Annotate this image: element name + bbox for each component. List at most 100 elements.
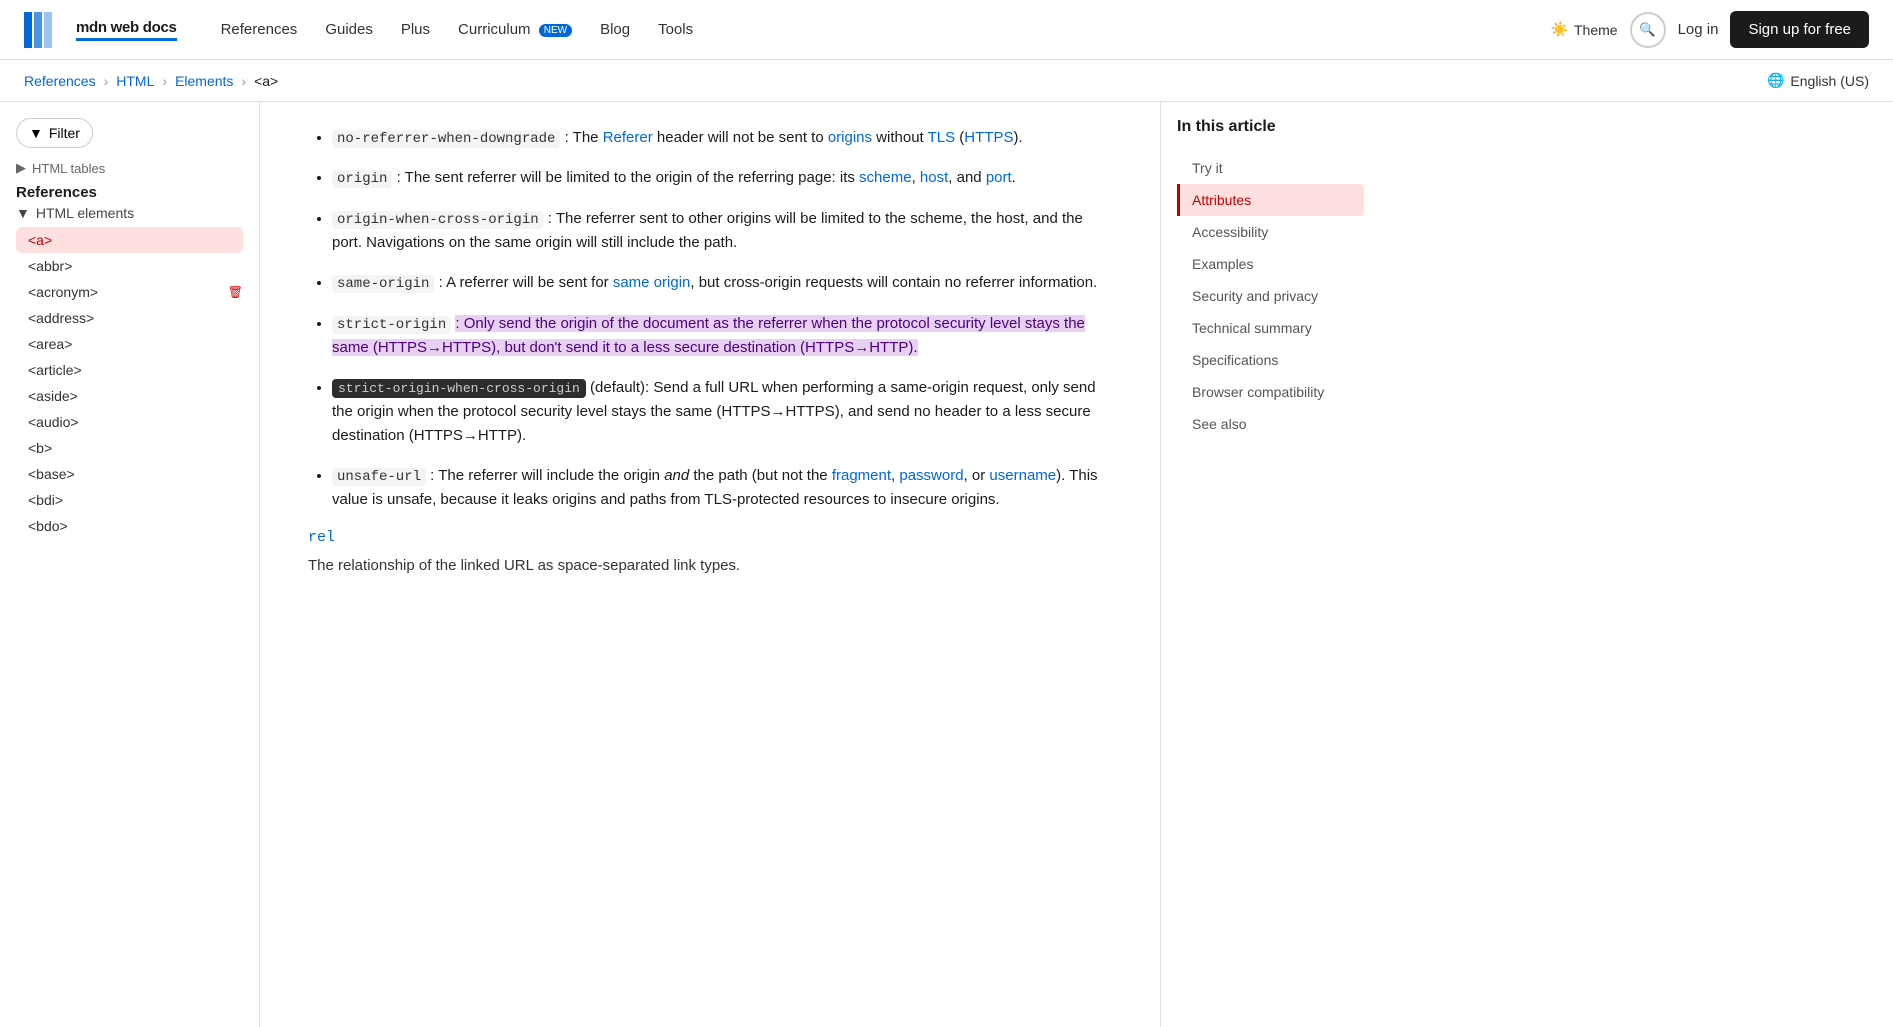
language-button[interactable]: 🌐 English (US) — [1767, 72, 1869, 89]
sidebar-section: ▶ HTML tables References ▼ HTML elements… — [0, 160, 259, 547]
breadcrumb-sep-2: › — [162, 73, 167, 89]
list-item-unsafe-url: unsafe-url : The referrer will include t… — [332, 464, 1112, 512]
toc-examples[interactable]: Examples — [1177, 248, 1364, 280]
new-badge: NEW — [539, 24, 572, 37]
breadcrumb: References › HTML › Elements › <a> — [24, 73, 278, 89]
breadcrumb-elements[interactable]: Elements — [175, 73, 233, 89]
html-elements-label: HTML elements — [36, 205, 134, 221]
rel-description: The relationship of the linked URL as sp… — [308, 554, 1112, 578]
link-same-origin[interactable]: same origin — [613, 274, 691, 291]
mdn-logo-icon — [24, 12, 60, 48]
logo-underline — [76, 38, 177, 41]
toc-try-it[interactable]: Try it — [1177, 152, 1364, 184]
nav-plus[interactable]: Plus — [389, 13, 442, 46]
nav-links: References Guides Plus Curriculum NEW Bl… — [209, 13, 1551, 46]
toc-browser-compatibility[interactable]: Browser compatibility — [1177, 376, 1364, 408]
link-port[interactable]: port — [986, 169, 1012, 186]
breadcrumb-sep-1: › — [104, 73, 109, 89]
filter-button[interactable]: ▼ Filter — [16, 118, 93, 148]
sidebar-item-acronym[interactable]: <acronym> — [16, 279, 222, 305]
link-username[interactable]: username — [989, 467, 1056, 484]
html-elements-toggle[interactable]: ▼ HTML elements — [16, 205, 243, 221]
left-sidebar: ▼ Filter ▶ HTML tables References ▼ HTML… — [0, 102, 260, 1027]
sidebar-item-address[interactable]: <address> — [16, 305, 243, 331]
globe-icon: 🌐 — [1767, 72, 1784, 89]
theme-button[interactable]: ☀️ Theme — [1551, 21, 1618, 38]
nav-curriculum[interactable]: Curriculum NEW — [446, 13, 584, 46]
italic-and: and — [664, 467, 689, 484]
html-tables-label: HTML tables — [32, 161, 105, 176]
main-content: no-referrer-when-downgrade : The Referer… — [260, 102, 1160, 1027]
list-item-no-referrer-downgrade: no-referrer-when-downgrade : The Referer… — [332, 126, 1112, 150]
sidebar-item-abbr[interactable]: <abbr> — [16, 253, 243, 279]
list-item-strict-origin-cross: strict-origin-when-cross-origin (default… — [332, 376, 1112, 448]
sidebar-item-base[interactable]: <base> — [16, 461, 243, 487]
toc-see-also[interactable]: See also — [1177, 408, 1364, 440]
right-sidebar: In this article Try it Attributes Access… — [1160, 102, 1380, 1027]
references-heading: References — [16, 184, 243, 201]
breadcrumb-bar: References › HTML › Elements › <a> 🌐 Eng… — [0, 60, 1893, 102]
nav-guides[interactable]: Guides — [313, 13, 385, 46]
rel-attribute-link[interactable]: rel — [308, 529, 335, 546]
list-item-origin-cross: origin-when-cross-origin : The referrer … — [332, 207, 1112, 255]
breadcrumb-sep-3: › — [241, 73, 246, 89]
list-item-origin: origin : The sent referrer will be limit… — [332, 166, 1112, 190]
toc-accessibility[interactable]: Accessibility — [1177, 216, 1364, 248]
nav-blog[interactable]: Blog — [588, 13, 642, 46]
nav-references[interactable]: References — [209, 13, 310, 46]
list-item-same-origin: same-origin : A referrer will be sent fo… — [332, 271, 1112, 295]
code-origin-cross: origin-when-cross-origin — [332, 211, 544, 229]
code-no-referrer-downgrade: no-referrer-when-downgrade — [332, 130, 560, 148]
toc-specifications[interactable]: Specifications — [1177, 344, 1364, 376]
logo-text: mdn web docs — [76, 19, 177, 36]
sidebar-item-bdo[interactable]: <bdo> — [16, 513, 243, 539]
logo-link[interactable]: mdn web docs — [24, 12, 177, 48]
deprecated-icon: 🗑 — [228, 285, 243, 299]
sidebar-item-aside[interactable]: <aside> — [16, 383, 243, 409]
search-button[interactable]: 🔍 — [1630, 12, 1666, 48]
sidebar-item-b[interactable]: <b> — [16, 435, 243, 461]
nav-tools[interactable]: Tools — [646, 13, 705, 46]
login-link[interactable]: Log in — [1678, 21, 1719, 38]
sidebar-item-a[interactable]: <a> — [16, 227, 243, 253]
sidebar-item-audio[interactable]: <audio> — [16, 409, 243, 435]
link-tls[interactable]: TLS — [928, 129, 956, 146]
breadcrumb-html[interactable]: HTML — [116, 73, 154, 89]
link-password[interactable]: password — [899, 467, 963, 484]
search-icon: 🔍 — [1639, 22, 1656, 38]
breadcrumb-current: <a> — [254, 73, 278, 89]
link-https[interactable]: HTTPS — [964, 129, 1013, 146]
filter-icon: ▼ — [29, 125, 43, 141]
link-scheme[interactable]: scheme — [859, 169, 912, 186]
sidebar-item-acronym-wrapper: <acronym> 🗑 — [16, 279, 243, 305]
html-tables-toggle[interactable]: ▶ HTML tables — [16, 160, 243, 176]
sun-icon: ☀️ — [1551, 21, 1568, 38]
language-label: English (US) — [1790, 73, 1869, 89]
toc-security-privacy[interactable]: Security and privacy — [1177, 280, 1364, 312]
referrer-policy-list: no-referrer-when-downgrade : The Referer… — [308, 126, 1112, 512]
code-strict-origin-cross: strict-origin-when-cross-origin — [332, 379, 586, 398]
link-referer[interactable]: Referer — [603, 129, 653, 146]
link-host[interactable]: host — [920, 169, 948, 186]
nav-right: ☀️ Theme 🔍 Log in Sign up for free — [1551, 11, 1869, 48]
code-unsafe-url: unsafe-url — [332, 468, 426, 486]
filter-label: Filter — [49, 125, 80, 141]
link-fragment[interactable]: fragment — [832, 467, 891, 484]
link-origins[interactable]: origins — [828, 129, 872, 146]
triangle-down-icon: ▼ — [16, 205, 30, 221]
toc-attributes[interactable]: Attributes — [1177, 184, 1364, 216]
sidebar-item-bdi[interactable]: <bdi> — [16, 487, 243, 513]
sidebar-item-article[interactable]: <article> — [16, 357, 243, 383]
code-strict-origin: strict-origin — [332, 316, 451, 334]
toc-technical-summary[interactable]: Technical summary — [1177, 312, 1364, 344]
top-navigation: mdn web docs References Guides Plus Curr… — [0, 0, 1893, 60]
list-item-strict-origin: strict-origin : Only send the origin of … — [332, 312, 1112, 360]
toc-title: In this article — [1177, 118, 1364, 136]
theme-label: Theme — [1574, 22, 1618, 38]
page-layout: ▼ Filter ▶ HTML tables References ▼ HTML… — [0, 102, 1893, 1027]
breadcrumb-references[interactable]: References — [24, 73, 96, 89]
signup-button[interactable]: Sign up for free — [1730, 11, 1869, 48]
rel-section: rel The relationship of the linked URL a… — [308, 528, 1112, 578]
triangle-icon: ▶ — [16, 160, 26, 176]
sidebar-item-area[interactable]: <area> — [16, 331, 243, 357]
